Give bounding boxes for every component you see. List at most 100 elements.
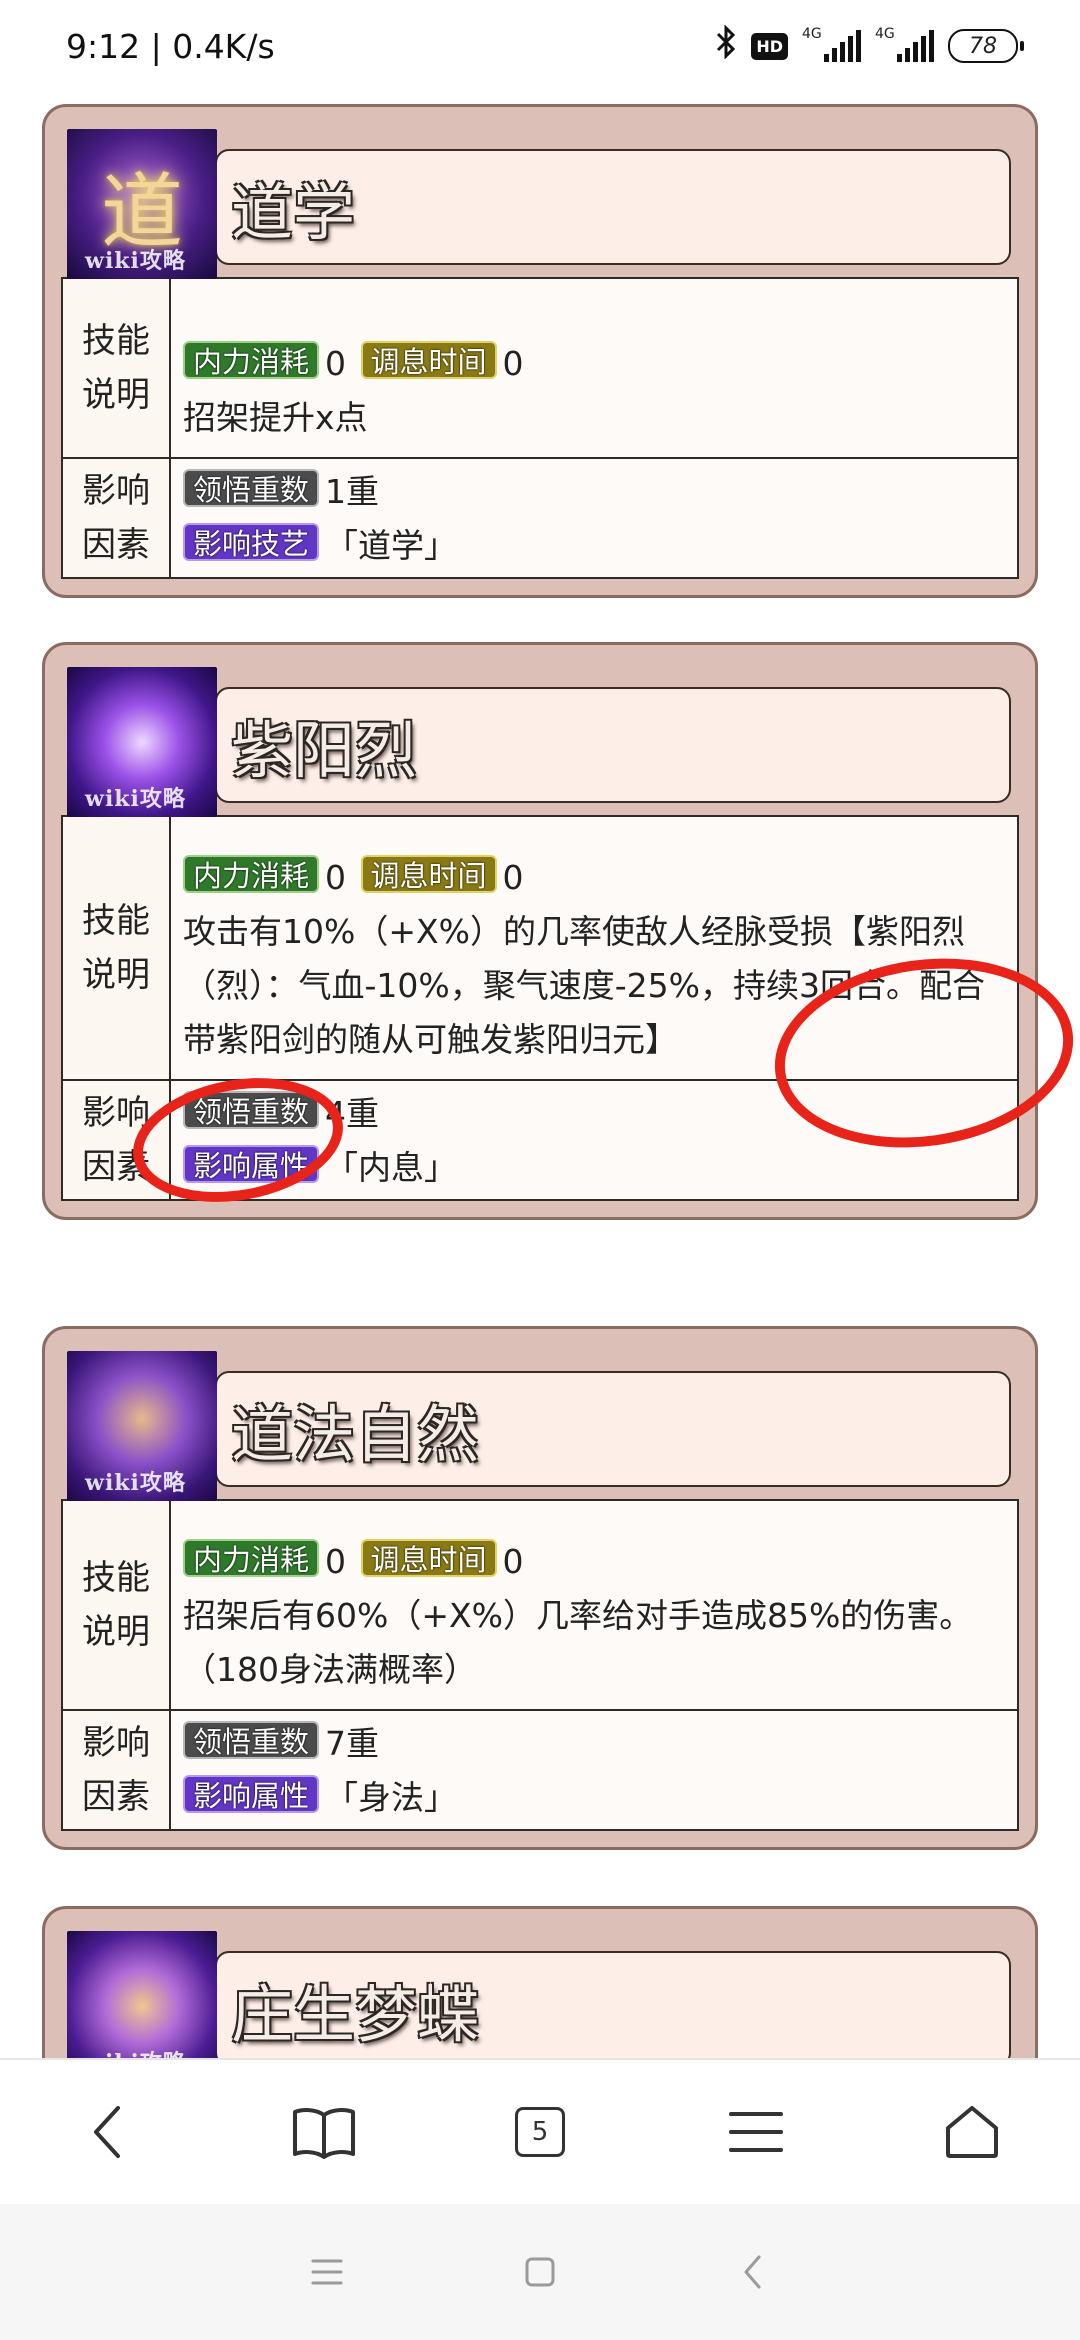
tag-cost: 内力消耗 <box>183 1539 320 1577</box>
hamburger-menu-icon <box>729 2112 783 2152</box>
bookmarks-button[interactable] <box>264 2077 384 2187</box>
skill-card-daoxue: 道 wiki攻略 道学 技能说明 内力消耗0 调息时间0 招架提升x点 影 <box>42 104 1038 598</box>
status-time: 9:12 | 0.4K/s <box>66 26 275 66</box>
row-label-desc: 技能 说明 <box>63 817 171 1079</box>
home-button[interactable] <box>912 2077 1032 2187</box>
row-label-desc: 技能 说明 <box>63 279 171 457</box>
skill-factor-body: 领悟重数 7重 影响属性 「身法」 <box>171 1711 1017 1829</box>
skill-desc-body: 内力消耗 0 调息时间 0 招架后有60%（+X%）几率给对手造成85%的伤害。（1… <box>171 1501 1017 1709</box>
skill-title-box: 庄生梦蝶 <box>215 1951 1011 2058</box>
system-home-button[interactable] <box>480 2217 600 2327</box>
skill-factor-row: 影响 因素 领悟重数 7重 影响属性 「身法」 <box>63 1709 1017 1829</box>
skill-card-ziyanglie: wiki攻略 紫阳烈 技能 说明 内力消耗 0 调息时间 0 攻击有10%（+X%）的… <box>42 642 1038 1220</box>
skill-desc-row: 技能 说明 内力消耗 0 调息时间 0 招架后有60%（+X%）几率给对手造成85%的… <box>63 1501 1017 1709</box>
cooldown-value: 0 <box>502 344 524 383</box>
menu-button[interactable] <box>696 2077 816 2187</box>
battery-icon: 78 <box>948 29 1024 63</box>
tag-cost: 内力消耗 <box>183 341 320 379</box>
skill-desc-body: 内力消耗 0 调息时间 0 招架提升x点 <box>171 279 1017 457</box>
watermark-text: wiki攻略 <box>85 786 186 812</box>
status-bar: 9:12 | 0.4K/s HD 4G 4G 78 <box>0 0 1080 92</box>
skill-image-ziyanglie: wiki攻略 <box>67 667 217 817</box>
system-menu-button[interactable] <box>267 2217 387 2327</box>
tag-cost: 内力消耗 <box>183 855 320 893</box>
system-navigation-bar <box>0 2204 1080 2340</box>
row-label-factor: 影响 因素 <box>63 1711 171 1829</box>
tabs-icon: 5 <box>515 2107 565 2157</box>
skill-description: 招架后有60%（+X%）几率给对手造成85%的伤害。（180身法满概率） <box>183 1596 973 1689</box>
skill-description: 招架提升x点 <box>183 398 368 437</box>
status-icons: HD 4G 4G 78 <box>715 24 1024 67</box>
system-menu-icon <box>311 2259 343 2285</box>
back-button[interactable] <box>48 2077 168 2187</box>
skill-image-daoxue: 道 wiki攻略 <box>67 129 217 279</box>
skill-factor-row: 影响 因素 领悟重数 4重 影响属性 「内息」 <box>63 1079 1017 1199</box>
tag-factor: 影响技艺 <box>183 523 320 561</box>
cost-value: 0 <box>325 344 347 383</box>
skill-desc-row: 技能 说明 内力消耗 0 调息时间 0 攻击有10%（+X%）的几率使敌人经脉受损【紫… <box>63 817 1017 1079</box>
tag-rank: 领悟重数 <box>183 1091 320 1129</box>
row-label-factor: 影响 因素 <box>63 459 171 577</box>
skill-info-table: 技能 说明 内力消耗 0 调息时间 0 招架后有60%（+X%）几率给对手造成85%的… <box>61 1499 1019 1831</box>
browser-toolbar: 5 <box>0 2058 1080 2204</box>
skill-card-zhuangshengmengdie: wiki攻略 庄生梦蝶 <box>42 1906 1038 2058</box>
factor-value: 「内息」 <box>325 1148 458 1187</box>
skill-card-header: wiki攻略 紫阳烈 <box>45 645 1035 817</box>
cost-value: 0 <box>325 858 347 897</box>
page-content[interactable]: 道 wiki攻略 道学 技能说明 内力消耗0 调息时间0 招架提升x点 影 <box>0 60 1080 2058</box>
skill-image-zhuangshengmengdie: wiki攻略 <box>67 1931 217 2058</box>
system-back-button[interactable] <box>693 2217 813 2327</box>
skill-desc-row: 技能 说明 内力消耗 0 调息时间 0 招架提升x点 <box>63 279 1017 457</box>
book-icon <box>293 2108 355 2159</box>
signal-icon-1: 4G <box>802 26 861 62</box>
rank-value: 1重 <box>325 472 380 511</box>
skill-factor-body: 领悟重数 4重 影响属性 「内息」 <box>171 1081 1017 1199</box>
tag-factor: 影响属性 <box>183 1775 320 1813</box>
skill-title: 紫阳烈 <box>231 714 418 787</box>
hd-badge: HD <box>751 32 788 60</box>
tabs-button[interactable]: 5 <box>480 2077 600 2187</box>
cost-value: 0 <box>325 1542 347 1581</box>
skill-card-header: wiki攻略 道法自然 <box>45 1329 1035 1501</box>
system-back-icon <box>744 2255 761 2289</box>
skill-card-header: 道 wiki攻略 道学 <box>45 107 1035 279</box>
signal-label-2: 4G <box>875 26 895 42</box>
signal-icon-2: 4G <box>875 26 934 62</box>
bluetooth-icon <box>715 24 737 67</box>
system-home-icon <box>525 2257 555 2287</box>
tag-rank: 领悟重数 <box>183 469 320 507</box>
chevron-left-icon <box>94 2106 120 2158</box>
home-icon <box>946 2106 998 2158</box>
skill-title: 道法自然 <box>231 1398 480 1471</box>
skill-image-daofaziran: wiki攻略 <box>67 1351 217 1501</box>
skill-title-box: 道法自然 <box>215 1371 1011 1487</box>
skill-card-daofaziran: wiki攻略 道法自然 技能 说明 内力消耗 0 调息时间 0 招架后有60%（+X%… <box>42 1326 1038 1850</box>
skill-title: 道学 <box>231 176 356 249</box>
factor-value: 「道学」 <box>325 526 458 565</box>
tag-cooldown: 调息时间 <box>360 855 497 893</box>
skill-card-header: wiki攻略 庄生梦蝶 <box>45 1909 1035 2058</box>
skill-info-table: 技能 说明 内力消耗 0 调息时间 0 招架提升x点 影响 因素 领悟重数 1重 影响技艺… <box>61 277 1019 579</box>
tag-cooldown: 调息时间 <box>360 1539 497 1577</box>
cooldown-value: 0 <box>502 858 524 897</box>
tag-rank: 领悟重数 <box>183 1721 320 1759</box>
watermark-text: wiki攻略 <box>85 248 186 274</box>
row-label-desc: 技能 说明 <box>63 1501 171 1709</box>
skill-title-box: 道学 <box>215 149 1011 265</box>
rank-value: 7重 <box>325 1724 380 1763</box>
skill-factor-row: 影响 因素 领悟重数 1重 影响技艺 「道学」 <box>63 457 1017 577</box>
watermark-text: wiki攻略 <box>85 2045 186 2058</box>
skill-title: 庄生梦蝶 <box>231 1978 480 2051</box>
skill-title-box: 紫阳烈 <box>215 687 1011 803</box>
rank-value: 4重 <box>325 1094 380 1133</box>
skill-factor-body: 领悟重数 1重 影响技艺 「道学」 <box>171 459 1017 577</box>
row-label-factor: 影响 因素 <box>63 1081 171 1199</box>
skill-desc-body: 内力消耗 0 调息时间 0 攻击有10%（+X%）的几率使敌人经脉受损【紫阳烈（烈）… <box>171 817 1017 1079</box>
tag-factor: 影响属性 <box>183 1145 320 1183</box>
skill-info-table: 技能 说明 内力消耗 0 调息时间 0 攻击有10%（+X%）的几率使敌人经脉受损【紫… <box>61 815 1019 1201</box>
signal-label-1: 4G <box>802 26 822 42</box>
cooldown-value: 0 <box>502 1542 524 1581</box>
tag-cooldown: 调息时间 <box>360 341 497 379</box>
skill-description: 攻击有10%（+X%）的几率使敌人经脉受损【紫阳烈（烈）：气血-10%，聚气速度… <box>183 912 986 1059</box>
watermark-text: wiki攻略 <box>85 1470 186 1496</box>
